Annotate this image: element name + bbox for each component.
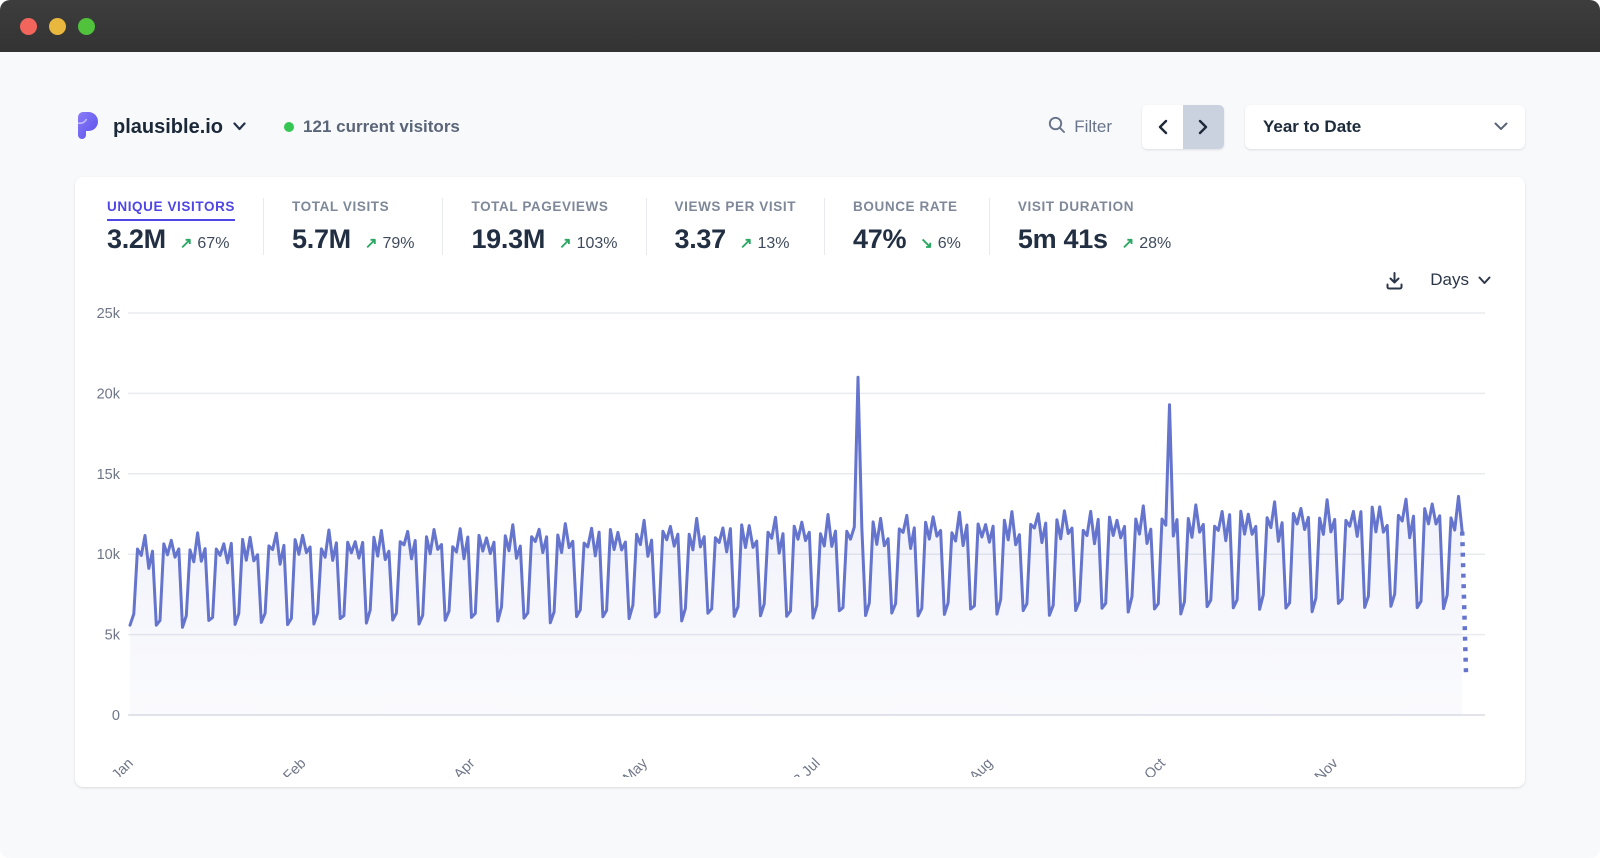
dashboard-card: UNIQUE VISITORS 3.2M ↗ 67% TOTAL VISITS … bbox=[75, 177, 1525, 787]
stat-label: TOTAL VISITS bbox=[292, 199, 389, 221]
x-tick-label: 18 May bbox=[606, 755, 651, 777]
filter-label: Filter bbox=[1074, 117, 1112, 137]
y-tick-label: 10k bbox=[97, 547, 121, 563]
stat-label: BOUNCE RATE bbox=[853, 199, 958, 221]
stat-value: 5m 41s bbox=[1018, 224, 1108, 255]
y-tick-label: 0 bbox=[112, 708, 120, 724]
stats-row: UNIQUE VISITORS 3.2M ↗ 67% TOTAL VISITS … bbox=[93, 198, 1507, 255]
chevron-down-icon bbox=[1494, 118, 1508, 136]
site-name: plausible.io bbox=[113, 116, 223, 139]
trend-up-icon: ↗ bbox=[559, 234, 572, 252]
date-range-value: Year to Date bbox=[1263, 117, 1361, 137]
next-period-button[interactable] bbox=[1183, 105, 1224, 149]
x-tick-label: 1 Jan bbox=[100, 756, 136, 777]
site-switcher[interactable]: plausible.io bbox=[75, 110, 246, 145]
trend-down-icon: ↘ bbox=[920, 234, 933, 252]
interval-value: Days bbox=[1430, 270, 1469, 290]
interval-select[interactable]: Days bbox=[1430, 270, 1491, 290]
trend-up-icon: ↗ bbox=[1122, 234, 1135, 252]
y-tick-label: 5k bbox=[105, 628, 121, 644]
trend-up-icon: ↗ bbox=[740, 234, 753, 252]
search-icon bbox=[1048, 116, 1066, 139]
visitors-chart[interactable]: 0 5k 10k 15k 20k 25k 1 Jan 16 Feb 2 Apr 18 May 3 J… bbox=[93, 297, 1507, 777]
download-icon[interactable] bbox=[1384, 270, 1405, 291]
stat-visit-duration[interactable]: VISIT DURATION 5m 41s ↗ 28% bbox=[1018, 198, 1199, 255]
y-tick-label: 15k bbox=[97, 467, 121, 483]
y-tick-label: 20k bbox=[97, 386, 121, 402]
x-tick-label: 18 Nov bbox=[1298, 755, 1342, 777]
prev-period-button[interactable] bbox=[1142, 105, 1183, 149]
stat-value: 47% bbox=[853, 224, 906, 255]
x-tick-label: 3 Oct bbox=[1133, 756, 1169, 777]
x-tick-label: 16 Feb bbox=[266, 756, 309, 777]
current-visitors-badge[interactable]: 121 current visitors bbox=[284, 117, 460, 137]
stat-value: 3.37 bbox=[675, 224, 726, 255]
filter-button[interactable]: Filter bbox=[1048, 116, 1112, 139]
stat-unique-visitors[interactable]: UNIQUE VISITORS 3.2M ↗ 67% bbox=[107, 198, 264, 255]
stat-bounce-rate[interactable]: BOUNCE RATE 47% ↘ 6% bbox=[853, 198, 990, 255]
plausible-logo-icon bbox=[75, 110, 100, 145]
date-range-select[interactable]: Year to Date bbox=[1245, 105, 1525, 149]
stat-label: TOTAL PAGEVIEWS bbox=[471, 199, 608, 221]
stat-change: 67% bbox=[197, 235, 229, 253]
minimize-window-button[interactable] bbox=[49, 18, 66, 35]
trend-up-icon: ↗ bbox=[180, 234, 193, 252]
stat-label: VIEWS PER VISIT bbox=[675, 199, 797, 221]
stat-views-per-visit[interactable]: VIEWS PER VISIT 3.37 ↗ 13% bbox=[675, 198, 826, 255]
date-nav bbox=[1142, 105, 1224, 149]
stat-value: 5.7M bbox=[292, 224, 351, 255]
y-tick-label: 25k bbox=[97, 306, 121, 322]
x-tick-label: 18 Aug bbox=[953, 756, 996, 777]
close-window-button[interactable] bbox=[20, 18, 37, 35]
stat-change: 28% bbox=[1139, 235, 1171, 253]
stat-value: 19.3M bbox=[471, 224, 545, 255]
stat-value: 3.2M bbox=[107, 224, 166, 255]
stat-total-pageviews[interactable]: TOTAL PAGEVIEWS 19.3M ↗ 103% bbox=[471, 198, 646, 255]
x-tick-label: 3 Jul bbox=[791, 756, 824, 777]
topbar: plausible.io 121 current visitors Filter bbox=[75, 105, 1525, 149]
stat-change: 13% bbox=[757, 235, 789, 253]
app-window: plausible.io 121 current visitors Filter bbox=[0, 0, 1600, 858]
live-dot-icon bbox=[284, 122, 294, 132]
stat-change: 79% bbox=[382, 235, 414, 253]
chevron-down-icon bbox=[1478, 270, 1491, 290]
chevron-right-icon bbox=[1198, 119, 1209, 135]
stat-label: VISIT DURATION bbox=[1018, 199, 1134, 221]
stat-change: 6% bbox=[938, 235, 961, 253]
stat-change: 103% bbox=[577, 235, 618, 253]
chart-controls: Days bbox=[93, 265, 1491, 295]
stat-label: UNIQUE VISITORS bbox=[107, 199, 235, 221]
chevron-left-icon bbox=[1157, 119, 1168, 135]
x-tick-label: 2 Apr bbox=[443, 755, 478, 777]
titlebar bbox=[0, 0, 1600, 52]
zoom-window-button[interactable] bbox=[78, 18, 95, 35]
incomplete-period-dotted-line bbox=[1462, 532, 1466, 674]
current-visitors-label: 121 current visitors bbox=[303, 117, 460, 137]
trend-up-icon: ↗ bbox=[365, 234, 378, 252]
stat-total-visits[interactable]: TOTAL VISITS 5.7M ↗ 79% bbox=[292, 198, 443, 255]
chevron-down-icon bbox=[233, 118, 246, 136]
